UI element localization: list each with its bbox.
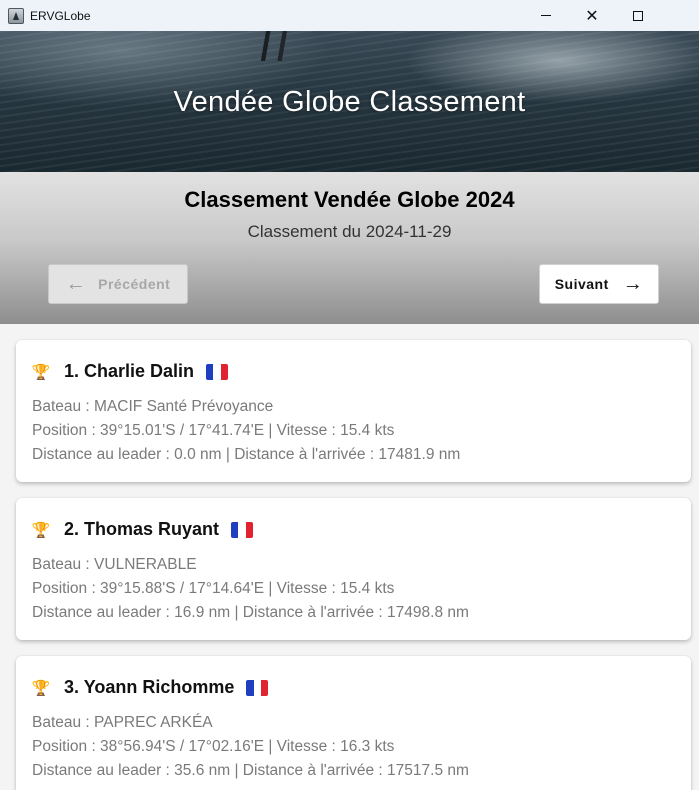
arrow-right-icon: → — [622, 273, 644, 295]
card-header: 🏆 1. Charlie Dalin — [31, 361, 229, 382]
app-icon — [8, 8, 24, 24]
window-title: ERVGLobe — [30, 9, 91, 23]
close-icon: ✕ — [585, 7, 599, 25]
french-flag-icon — [206, 363, 229, 380]
arrow-left-icon: ← — [65, 273, 87, 295]
distances: Distance au leader : 35.6 nm | Distance … — [32, 762, 469, 779]
page-title: Classement Vendée Globe 2024 — [184, 187, 515, 212]
skipper-name: 2. Thomas Ruyant — [64, 519, 220, 539]
position-speed: Position : 39°15.88'S / 17°14.64'E | Vit… — [32, 580, 395, 597]
position-speed: Position : 38°56.94'S / 17°02.16'E | Vit… — [32, 738, 395, 755]
skipper-name: 1. Charlie Dalin — [64, 361, 195, 381]
header-panel: Classement Vendée Globe 2024 Classement … — [0, 172, 699, 324]
maximize-icon — [633, 10, 643, 21]
app-window: ERVGLobe ✕ Vendée Globe Classement Class… — [0, 0, 699, 790]
trophy-gold-icon: 🏆 — [31, 363, 51, 381]
minimize-icon — [541, 15, 551, 16]
skipper-card: 🏆 3. Yoann Richomme Bateau : PAPREC ARKÉ… — [16, 656, 691, 790]
previous-button[interactable]: ← Précédent — [48, 264, 188, 304]
distances: Distance au leader : 16.9 nm | Distance … — [32, 604, 469, 621]
maximize-button[interactable] — [615, 0, 661, 31]
distances: Distance au leader : 0.0 nm | Distance à… — [32, 446, 461, 463]
card-header: 🏆 2. Thomas Ruyant — [31, 519, 254, 540]
card-header: 🏆 3. Yoann Richomme — [31, 677, 269, 698]
position-speed: Position : 39°15.01'S / 17°41.74'E | Vit… — [32, 422, 395, 439]
next-button[interactable]: Suivant → — [539, 264, 659, 304]
french-flag-icon — [246, 679, 269, 696]
close-button[interactable]: ✕ — [569, 0, 615, 31]
hero-title: Vendée Globe Classement — [173, 86, 526, 118]
skipper-card: 🏆 1. Charlie Dalin Bateau : MACIF Santé … — [16, 340, 691, 482]
boat-name: Bateau : PAPREC ARKÉA — [32, 714, 213, 731]
french-flag-icon — [231, 521, 254, 538]
title-bar: ERVGLobe ✕ — [0, 0, 699, 31]
skipper-name: 3. Yoann Richomme — [64, 677, 235, 697]
boat-name: Bateau : VULNERABLE — [32, 556, 197, 573]
previous-button-label: Précédent — [98, 276, 171, 292]
trophy-bronze-icon: 🏆 — [31, 679, 51, 697]
skipper-card: 🏆 2. Thomas Ruyant Bateau : VULNERABLE P… — [16, 498, 691, 640]
hero-sail-image — [255, 31, 305, 61]
minimize-button[interactable] — [523, 0, 569, 31]
trophy-silver-icon: 🏆 — [31, 521, 51, 539]
next-button-label: Suivant — [554, 276, 609, 292]
hero-banner: Vendée Globe Classement — [0, 31, 699, 172]
boat-name: Bateau : MACIF Santé Prévoyance — [32, 398, 274, 415]
page-subtitle: Classement du 2024-11-29 — [247, 222, 452, 241]
